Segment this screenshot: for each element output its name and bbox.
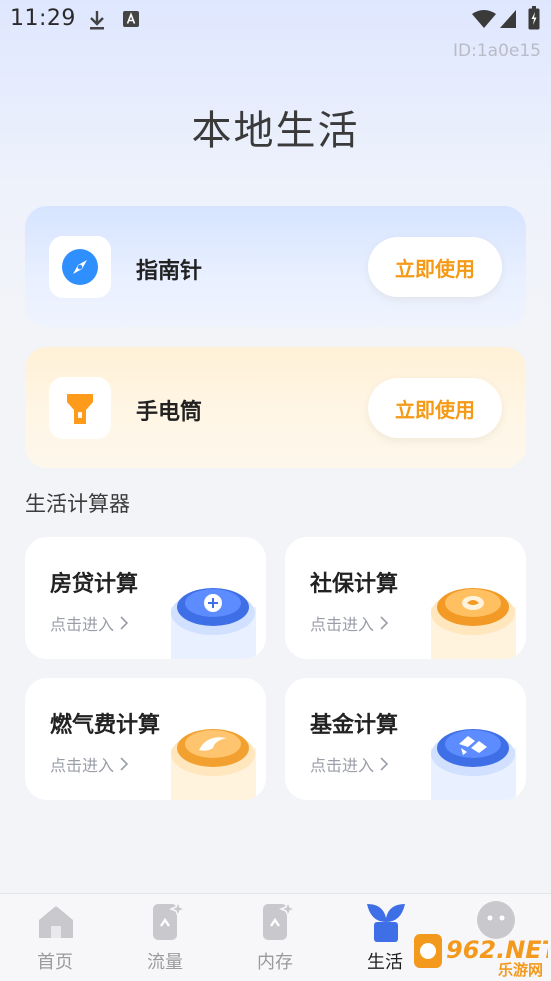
- compass-icon-box: [49, 236, 111, 298]
- watermark-brand: 962.NET: [446, 936, 548, 964]
- sprout-icon: [367, 904, 405, 942]
- fund-calculator-enter: 点击进入: [310, 752, 389, 776]
- download-icon: [90, 11, 104, 30]
- page-title: 本地生活: [191, 108, 360, 154]
- compass-card[interactable]: 指南针 立即使用: [25, 206, 526, 327]
- phone-storage-icon: [263, 900, 297, 940]
- nav-storage-label: 内存: [257, 952, 293, 973]
- phone-data-icon: [153, 900, 187, 940]
- compass-icon: [62, 249, 98, 285]
- watermark-sub: 乐游网: [498, 961, 543, 978]
- flashlight-icon-box: [49, 377, 111, 439]
- fund-calculator-title: 基金计算: [310, 713, 399, 738]
- chevron-right-icon: [120, 757, 129, 771]
- flashlight-card[interactable]: 手电筒 立即使用: [25, 347, 526, 468]
- chevron-right-icon: [120, 616, 129, 630]
- mortgage-calculator-enter: 点击进入: [50, 611, 129, 635]
- house-loan-icon: [171, 588, 256, 659]
- battery-icon: [528, 6, 540, 30]
- compass-use-button[interactable]: 立即使用: [368, 237, 502, 297]
- gas-calculator-enter: 点击进入: [50, 752, 129, 776]
- gas-calculator-title: 燃气费计算: [50, 713, 161, 738]
- signal-icon: [500, 10, 516, 28]
- page-id: ID:1a0e15: [453, 41, 541, 61]
- social-security-calculator-enter: 点击进入: [310, 611, 389, 635]
- chevron-right-icon: [380, 757, 389, 771]
- flashlight-icon: [67, 394, 93, 424]
- watermark-logo: 962.NET 乐游网: [414, 934, 548, 978]
- social-security-calculator-card[interactable]: 社保计算 点击进入: [285, 537, 526, 659]
- nav-home[interactable]: 首页: [10, 894, 100, 981]
- flashlight-use-button[interactable]: 立即使用: [368, 378, 502, 438]
- status-time: 11:29: [10, 6, 76, 31]
- chevron-right-icon: [380, 616, 389, 630]
- status-bar: 11:29: [0, 0, 551, 40]
- home-icon: [39, 906, 73, 938]
- nav-home-label: 首页: [37, 952, 73, 973]
- font-a-icon: [123, 11, 139, 27]
- fund-icon: [431, 729, 516, 800]
- compass-label: 指南针: [136, 259, 203, 284]
- calculator-section-title: 生活计算器: [25, 492, 130, 516]
- fund-calculator-card[interactable]: 基金计算 点击进入: [285, 678, 526, 800]
- gas-calculator-card[interactable]: 燃气费计算 点击进入: [25, 678, 266, 800]
- social-security-icon: [431, 588, 516, 659]
- flashlight-label: 手电筒: [136, 400, 203, 425]
- nav-storage[interactable]: 内存: [230, 894, 320, 981]
- mortgage-calculator-card[interactable]: 房贷计算 点击进入: [25, 537, 266, 659]
- gas-flame-icon: [171, 729, 256, 800]
- wifi-icon: [472, 10, 496, 28]
- nav-data[interactable]: 流量: [120, 894, 210, 981]
- social-security-calculator-title: 社保计算: [310, 572, 399, 597]
- nav-data-label: 流量: [147, 952, 183, 973]
- mortgage-calculator-title: 房贷计算: [50, 572, 139, 597]
